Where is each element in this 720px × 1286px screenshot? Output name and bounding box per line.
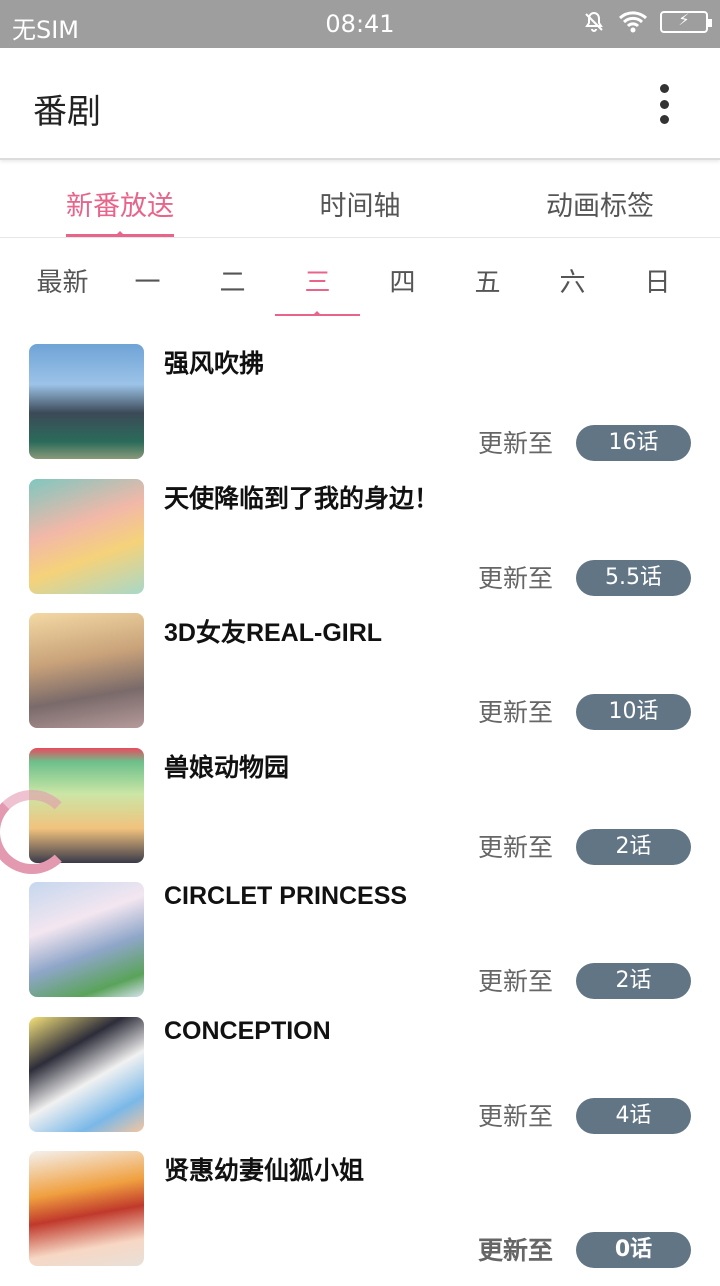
- wifi-icon: [618, 11, 648, 33]
- cover-image: [29, 478, 144, 594]
- cover-image: [29, 344, 144, 459]
- list-item[interactable]: 强风吹拂 更新至 16话: [0, 344, 720, 479]
- day-tab-tue[interactable]: 二: [190, 240, 275, 316]
- episode-badge: 10话: [576, 694, 691, 730]
- more-vertical-icon[interactable]: [652, 84, 676, 124]
- anime-title: 兽娘动物园: [164, 753, 290, 782]
- page-title: 番剧: [33, 92, 101, 132]
- app-bar: 番剧: [0, 48, 720, 160]
- list-item[interactable]: 兽娘动物园 更新至 2话: [0, 747, 720, 883]
- day-tab-sat[interactable]: 六: [530, 240, 615, 316]
- cover-image: [29, 613, 144, 728]
- anime-title: 天使降临到了我的身边！: [164, 484, 440, 513]
- cover-image: [29, 1151, 144, 1266]
- anime-title: 强风吹拂: [164, 350, 265, 378]
- update-label: 更新至: [478, 1236, 554, 1265]
- top-tabs: 新番放送 时间轴 动画标签: [0, 162, 720, 238]
- list-item[interactable]: 贤惠幼妻仙狐小姐 更新至 0话: [0, 1151, 720, 1286]
- day-tab-fri[interactable]: 五: [445, 240, 530, 316]
- day-tab-sun[interactable]: 日: [615, 240, 700, 316]
- weekday-tabs: 最新 一 二 三 四 五 六 日: [20, 240, 700, 316]
- update-label: 更新至: [478, 429, 554, 458]
- anime-title: CONCEPTION: [164, 1016, 331, 1045]
- status-icons: ⚡: [582, 10, 712, 34]
- update-label: 更新至: [478, 832, 554, 862]
- cover-image: [29, 1016, 144, 1132]
- list-item[interactable]: 3D女友REAL-GIRL 更新至 10话: [0, 613, 720, 748]
- day-tab-mon[interactable]: 一: [105, 240, 190, 316]
- battery-charging-icon: ⚡: [660, 10, 712, 33]
- episode-badge: 2话: [576, 828, 691, 865]
- episode-badge: 5.5话: [576, 559, 691, 596]
- list-item[interactable]: CIRCLET PRINCESS 更新至 2话: [0, 882, 720, 1017]
- cover-image: [29, 882, 144, 997]
- anime-title: 贤惠幼妻仙狐小姐: [164, 1157, 365, 1185]
- episode-badge: 4话: [576, 1097, 691, 1134]
- anime-list: 强风吹拂 更新至 16话 天使降临到了我的身边！ 更新至 5.5话 3D女友RE…: [0, 344, 720, 1286]
- update-label: 更新至: [478, 698, 554, 727]
- tab-new-anime[interactable]: 新番放送: [0, 162, 240, 237]
- mute-bell-icon: [585, 11, 603, 32]
- anime-title: CIRCLET PRINCESS: [164, 882, 408, 910]
- episode-badge: 0话: [576, 1232, 691, 1268]
- list-item[interactable]: CONCEPTION 更新至 4话: [0, 1016, 720, 1152]
- episode-badge: 16话: [576, 425, 691, 461]
- day-tab-wed[interactable]: 三: [275, 240, 360, 316]
- list-item[interactable]: 天使降临到了我的身边！ 更新至 5.5话: [0, 478, 720, 614]
- episode-badge: 2话: [576, 963, 691, 999]
- day-tab-latest[interactable]: 最新: [20, 240, 105, 316]
- update-label: 更新至: [478, 563, 554, 593]
- anime-title: 3D女友REAL-GIRL: [164, 619, 383, 647]
- tab-timeline[interactable]: 时间轴: [240, 162, 480, 237]
- tab-anime-tags[interactable]: 动画标签: [480, 162, 720, 237]
- update-label: 更新至: [478, 967, 554, 996]
- day-tab-thu[interactable]: 四: [360, 240, 445, 316]
- update-label: 更新至: [478, 1101, 554, 1131]
- status-bar: 无SIM 08:41 ⚡: [0, 0, 720, 48]
